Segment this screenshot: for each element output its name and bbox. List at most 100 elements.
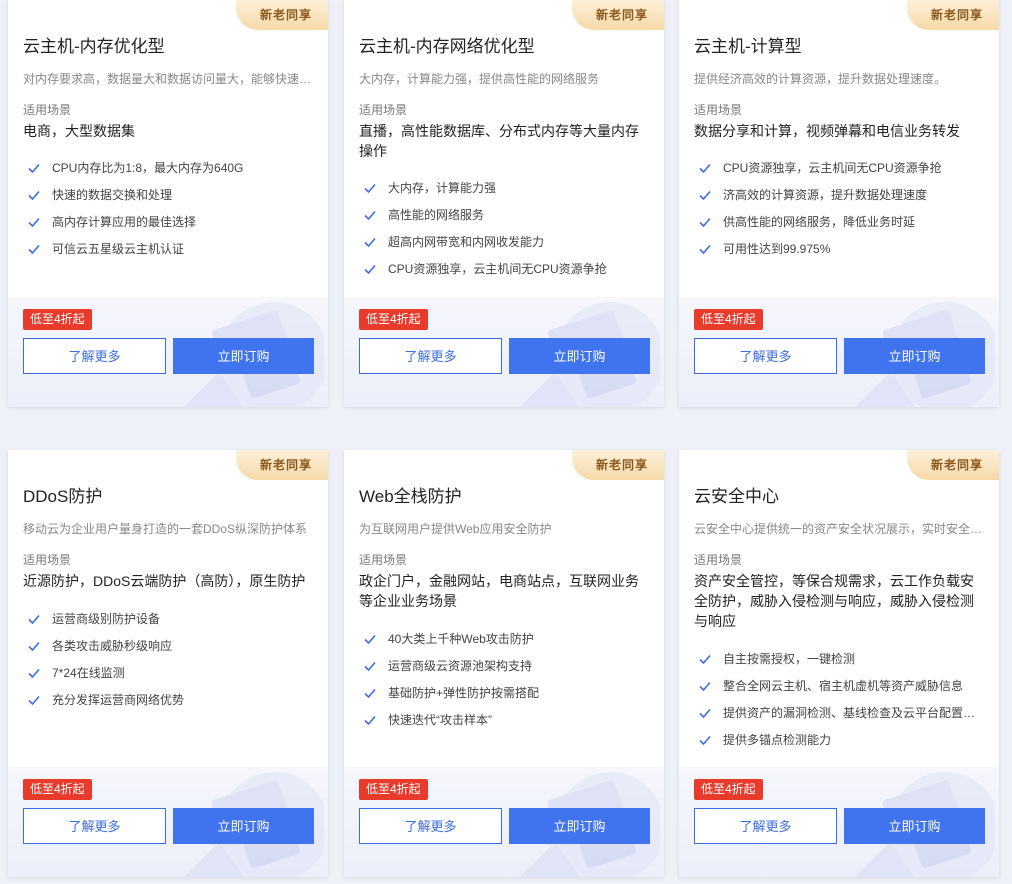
order-now-button[interactable]: 立即订购 — [173, 338, 314, 374]
check-icon — [699, 735, 711, 746]
card-title: Web全栈防护 — [359, 487, 462, 506]
card-footer: 低至4折起 了解更多 立即订购 — [344, 297, 664, 407]
card-footer: 低至4折起 了解更多 立即订购 — [8, 767, 328, 877]
product-card-compute: 新老同享 云主机-计算型 提供经济高效的计算资源，提升数据处理速度。 适用场景 … — [679, 0, 999, 407]
check-icon — [364, 210, 376, 221]
card-description: 对内存要求高，数据量大和数据访问量大，能够快速交换和处理大量数据的业务场景 — [23, 72, 315, 86]
check-icon — [28, 163, 40, 174]
scene-label: 适用场景 — [694, 553, 743, 567]
learn-more-button[interactable]: 了解更多 — [359, 338, 502, 374]
feature-text: 超高内网带宽和内网收发能力 — [388, 235, 545, 249]
scene-label: 适用场景 — [694, 103, 743, 117]
feature-item: 充分发挥运营商网络优势 — [23, 692, 315, 719]
card-scene: 电商，大型数据集 — [23, 123, 135, 139]
feature-text: 快速迭代“攻击样本” — [388, 713, 492, 727]
product-card-grid: 新老同享 云主机-内存优化型 对内存要求高，数据量大和数据访问量大，能够快速交换… — [0, 0, 1012, 884]
feature-list: 运营商级别防护设备 各类攻击威胁秒级响应 7*24在线监测 充分发挥运营商网络优… — [23, 611, 315, 719]
feature-item: 运营商级别防护设备 — [23, 611, 315, 638]
card-title: DDoS防护 — [23, 487, 103, 506]
discount-tag: 低至4折起 — [694, 309, 763, 330]
check-icon — [699, 190, 711, 201]
check-icon — [364, 715, 376, 726]
feature-item: 供高性能的网络服务，降低业务时延 — [694, 214, 986, 241]
product-card-cloud-security-center: 新老同享 云安全中心 云安全中心提供统一的资产安全状况展示，实时安全威胁监测与响… — [679, 450, 999, 877]
learn-more-button[interactable]: 了解更多 — [23, 808, 166, 844]
check-icon — [28, 695, 40, 706]
product-card-memory-optimized: 新老同享 云主机-内存优化型 对内存要求高，数据量大和数据访问量大，能够快速交换… — [8, 0, 328, 407]
feature-item: 提供资产的漏洞检测、基线检查及云平台配置检查 — [694, 705, 986, 732]
card-description: 移动云为企业用户量身打造的一套DDoS纵深防护体系 — [23, 522, 308, 536]
new-old-shared-badge: 新老同享 — [236, 450, 328, 480]
feature-text: 运营商级别防护设备 — [52, 612, 161, 626]
feature-text: 基础防护+弹性防护按需搭配 — [388, 686, 540, 700]
card-description: 大内存，计算能力强，提供高性能的网络服务 — [359, 72, 600, 86]
order-now-button[interactable]: 立即订购 — [509, 808, 650, 844]
feature-text: 自主按需授权，一键检测 — [723, 652, 856, 666]
check-icon — [364, 661, 376, 672]
feature-text: CPU资源独享，云主机间无CPU资源争抢 — [388, 262, 607, 276]
check-icon — [699, 244, 711, 255]
order-now-button[interactable]: 立即订购 — [173, 808, 314, 844]
feature-text: 供高性能的网络服务，降低业务时延 — [723, 215, 916, 229]
check-icon — [699, 217, 711, 228]
check-icon — [699, 163, 711, 174]
feature-text: 高性能的网络服务 — [388, 208, 485, 222]
feature-list: 自主按需授权，一键检测 整合全网云主机、宿主机虚机等资产威胁信息 提供资产的漏洞… — [694, 651, 986, 759]
card-description: 为互联网用户提供Web应用安全防护 — [359, 522, 552, 536]
learn-more-button[interactable]: 了解更多 — [359, 808, 502, 844]
feature-item: 基础防护+弹性防护按需搭配 — [359, 685, 651, 712]
feature-list: CPU资源独享，云主机间无CPU资源争抢 济高效的计算资源，提升数据处理速度 供… — [694, 160, 986, 268]
check-icon — [28, 217, 40, 228]
feature-item: 高内存计算应用的最佳选择 — [23, 214, 315, 241]
feature-text: 可用性达到99.975% — [723, 242, 831, 256]
check-icon — [28, 641, 40, 652]
card-title: 云安全中心 — [694, 487, 779, 506]
learn-more-button[interactable]: 了解更多 — [694, 808, 837, 844]
feature-text: 40大类上千种Web攻击防护 — [388, 632, 534, 646]
feature-item: 大内存，计算能力强 — [359, 180, 651, 207]
scene-label: 适用场景 — [359, 103, 408, 117]
feature-text: 济高效的计算资源，提升数据处理速度 — [723, 188, 928, 202]
card-title: 云主机-计算型 — [694, 37, 802, 56]
feature-item: 超高内网带宽和内网收发能力 — [359, 234, 651, 261]
card-scene: 政企门户，金融网站，电商站点，互联网业务等企业业务场景 — [359, 573, 639, 609]
scene-label: 适用场景 — [359, 553, 408, 567]
check-icon — [364, 183, 376, 194]
check-icon — [28, 190, 40, 201]
feature-text: 大内存，计算能力强 — [388, 181, 497, 195]
feature-item: 整合全网云主机、宿主机虚机等资产威胁信息 — [694, 678, 986, 705]
check-icon — [28, 668, 40, 679]
feature-text: 整合全网云主机、宿主机虚机等资产威胁信息 — [723, 679, 964, 693]
card-title: 云主机-内存优化型 — [23, 37, 165, 56]
feature-item: 快速的数据交换和处理 — [23, 187, 315, 214]
discount-tag: 低至4折起 — [23, 309, 92, 330]
card-footer: 低至4折起 了解更多 立即订购 — [8, 297, 328, 407]
discount-tag: 低至4折起 — [359, 779, 428, 800]
product-card-ddos-protection: 新老同享 DDoS防护 移动云为企业用户量身打造的一套DDoS纵深防护体系 适用… — [8, 450, 328, 877]
card-footer: 低至4折起 了解更多 立即订购 — [679, 767, 999, 877]
learn-more-button[interactable]: 了解更多 — [23, 338, 166, 374]
order-now-button[interactable]: 立即订购 — [509, 338, 650, 374]
card-description: 云安全中心提供统一的资产安全状况展示，实时安全威胁监测与响应 — [694, 522, 986, 536]
product-card-web-full-stack-protection: 新老同享 Web全栈防护 为互联网用户提供Web应用安全防护 适用场景 政企门户… — [344, 450, 664, 877]
new-old-shared-badge: 新老同享 — [572, 0, 664, 30]
check-icon — [364, 688, 376, 699]
feature-item: 济高效的计算资源，提升数据处理速度 — [694, 187, 986, 214]
order-now-button[interactable]: 立即订购 — [844, 808, 985, 844]
feature-text: 7*24在线监测 — [52, 666, 125, 680]
feature-item: 自主按需授权，一键检测 — [694, 651, 986, 678]
discount-tag: 低至4折起 — [694, 779, 763, 800]
card-scene: 直播，高性能数据库、分布式内存等大量内存操作 — [359, 123, 639, 159]
check-icon — [364, 634, 376, 645]
feature-item: CPU资源独享，云主机间无CPU资源争抢 — [694, 160, 986, 187]
feature-text: 快速的数据交换和处理 — [52, 188, 173, 202]
order-now-button[interactable]: 立即订购 — [844, 338, 985, 374]
check-icon — [699, 654, 711, 665]
card-footer: 低至4折起 了解更多 立即订购 — [679, 297, 999, 407]
feature-text: CPU资源独享，云主机间无CPU资源争抢 — [723, 161, 942, 175]
card-title: 云主机-内存网络优化型 — [359, 37, 535, 56]
feature-text: 提供资产的漏洞检测、基线检查及云平台配置检查 — [723, 706, 986, 720]
card-description: 提供经济高效的计算资源，提升数据处理速度。 — [694, 72, 947, 86]
learn-more-button[interactable]: 了解更多 — [694, 338, 837, 374]
check-icon — [699, 708, 711, 719]
